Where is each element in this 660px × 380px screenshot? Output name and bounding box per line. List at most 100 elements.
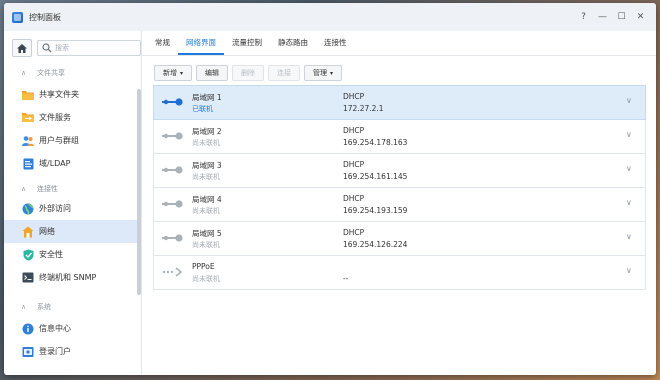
chevron-down-icon[interactable]: ∨ [626,266,632,275]
search-input[interactable] [52,42,135,54]
pppoe-icon [162,267,183,277]
sidebar-item-label: 终端机和 SNMP [39,273,97,282]
interface-row-lan3[interactable]: 局域网 3 尚未联机 DHCP 169.254.161.145 ∨ [153,154,646,188]
sidebar-item-label: 共享文件夹 [39,90,79,99]
interface-name: 局域网 4 [192,195,222,204]
tab-traffic-control[interactable]: 流量控制 [224,31,270,55]
tab-static-route[interactable]: 静态路由 [270,31,316,55]
interface-protocol: DHCP [343,194,365,203]
terminal-icon [22,272,34,284]
delete-button-label: 删除 [241,69,256,77]
koolshare-watermark: KOOL SHARE [538,318,639,367]
sidebar-item-label: 域/LDAP [39,159,71,168]
interface-protocol: DHCP [343,228,365,237]
interface-ip: 169.254.161.145 [343,172,408,181]
help-button[interactable]: ? [574,12,593,22]
file-services-icon [22,112,34,124]
sidebar-item-security[interactable]: 安全性 [4,243,137,266]
maximize-button[interactable]: ☐ [612,12,631,22]
sidebar-item-label: 文件服务 [39,113,71,122]
sidebar-section-system[interactable]: ∧ 系统 [4,298,141,316]
minimize-button[interactable]: — [593,12,612,22]
sidebar: ∧ 文件共享 共享文件夹 文件服务 用户与群组 域/LDAP [4,31,142,375]
interface-status: 尚未联机 [192,241,220,249]
sidebar-item-external-access[interactable]: 外部访问 [4,197,137,220]
interface-protocol: DHCP [343,126,365,135]
interface-row-lan1[interactable]: 局域网 1 已联机 DHCP 172.27.2.1 ∨ [153,85,646,120]
sidebar-item-label: 登录门户 [39,347,71,356]
close-button[interactable]: ✕ [631,12,650,22]
interface-ip: 169.254.193.159 [343,206,408,215]
login-portal-icon [22,346,34,358]
home-button[interactable] [12,39,32,57]
tab-network-interface[interactable]: 网络界面 [178,31,224,55]
search-box[interactable] [37,40,141,56]
title-bar: 控制面板 ? — ☐ ✕ [4,3,656,31]
security-shield-icon [22,249,34,261]
section-label: 连接性 [37,185,58,193]
interface-name: 局域网 1 [192,93,222,102]
lan-connected-icon [162,98,183,106]
sidebar-item-domain-ldap[interactable]: 域/LDAP [4,152,137,175]
interface-ip: 172.27.2.1 [343,104,384,113]
sidebar-item-network[interactable]: 网络 [4,220,137,243]
create-button-label: 新增 [163,69,177,77]
interface-status: 已联机 [192,105,213,113]
sidebar-top [12,39,141,57]
sidebar-item-shared-folder[interactable]: 共享文件夹 [4,83,137,106]
connect-button[interactable]: 连接 [268,65,301,81]
tab-bar: 常规 网络界面 流量控制 静态路由 连接性 [142,31,656,56]
chevron-down-icon[interactable]: ∨ [626,130,632,139]
sidebar-item-info-center[interactable]: 信息中心 [4,317,137,340]
interface-name: 局域网 2 [192,127,222,136]
window-title: 控制面板 [29,12,61,22]
chevron-up-icon: ∧ [21,303,27,311]
tab-general[interactable]: 常规 [142,31,178,55]
interface-status: 尚未联机 [192,207,220,215]
sidebar-item-label: 用户与群组 [39,136,79,145]
user-group-icon [22,135,34,147]
sidebar-item-label: 外部访问 [39,204,71,213]
sidebar-item-login-portal[interactable]: 登录门户 [4,340,137,363]
chevron-down-icon[interactable]: ∨ [626,198,632,207]
network-icon [22,226,34,238]
window-controls: ? — ☐ ✕ [574,3,650,31]
interface-row-lan2[interactable]: 局域网 2 尚未联机 DHCP 169.254.178.163 ∨ [153,120,646,154]
interface-status: 尚未联机 [192,173,220,181]
chevron-down-icon[interactable]: ∨ [626,164,632,173]
manage-button-label: 管理 [313,69,328,77]
watermark-sub: SHARE [584,358,630,367]
section-label: 文件共享 [37,69,65,77]
tab-connectivity[interactable]: 连接性 [316,31,355,55]
search-icon [42,43,52,53]
sidebar-item-label: 信息中心 [39,324,71,333]
lan-disconnected-icon [162,166,183,174]
caret-down-icon: ▾ [180,69,184,77]
sidebar-item-terminal-snmp[interactable]: 终端机和 SNMP [4,266,137,289]
interface-row-pppoe[interactable]: PPPoE 尚未联机 -- ∨ [153,256,646,290]
sidebar-section-connectivity[interactable]: ∧ 连接性 [4,180,141,198]
lan-disconnected-icon [162,132,183,140]
sidebar-scrollbar[interactable] [137,89,141,295]
sidebar-item-label: 网络 [39,227,55,236]
interface-row-lan5[interactable]: 局域网 5 尚未联机 DHCP 169.254.126.224 ∨ [153,222,646,256]
interface-ip: 169.254.178.163 [343,138,408,147]
edit-button[interactable]: 编辑 [196,65,229,81]
lan-disconnected-icon [162,200,183,208]
sidebar-item-file-services[interactable]: 文件服务 [4,106,137,129]
create-button[interactable]: 新增 ▾ [154,65,193,81]
chevron-down-icon[interactable]: ∨ [626,96,632,105]
sidebar-item-user-group[interactable]: 用户与群组 [4,129,137,152]
sidebar-section-file-sharing[interactable]: ∧ 文件共享 [4,64,141,82]
manage-button[interactable]: 管理 ▾ [304,65,343,81]
caret-down-icon: ▾ [330,69,334,77]
home-icon [17,43,27,53]
watermark-brand: KOOL [538,318,639,353]
domain-ldap-icon [22,158,34,170]
interface-name: PPPoE [192,262,215,271]
interface-name: 局域网 3 [192,161,222,170]
chevron-down-icon[interactable]: ∨ [626,232,632,241]
interface-protocol: DHCP [343,160,365,169]
interface-row-lan4[interactable]: 局域网 4 尚未联机 DHCP 169.254.193.159 ∨ [153,188,646,222]
delete-button[interactable]: 删除 [232,65,265,81]
